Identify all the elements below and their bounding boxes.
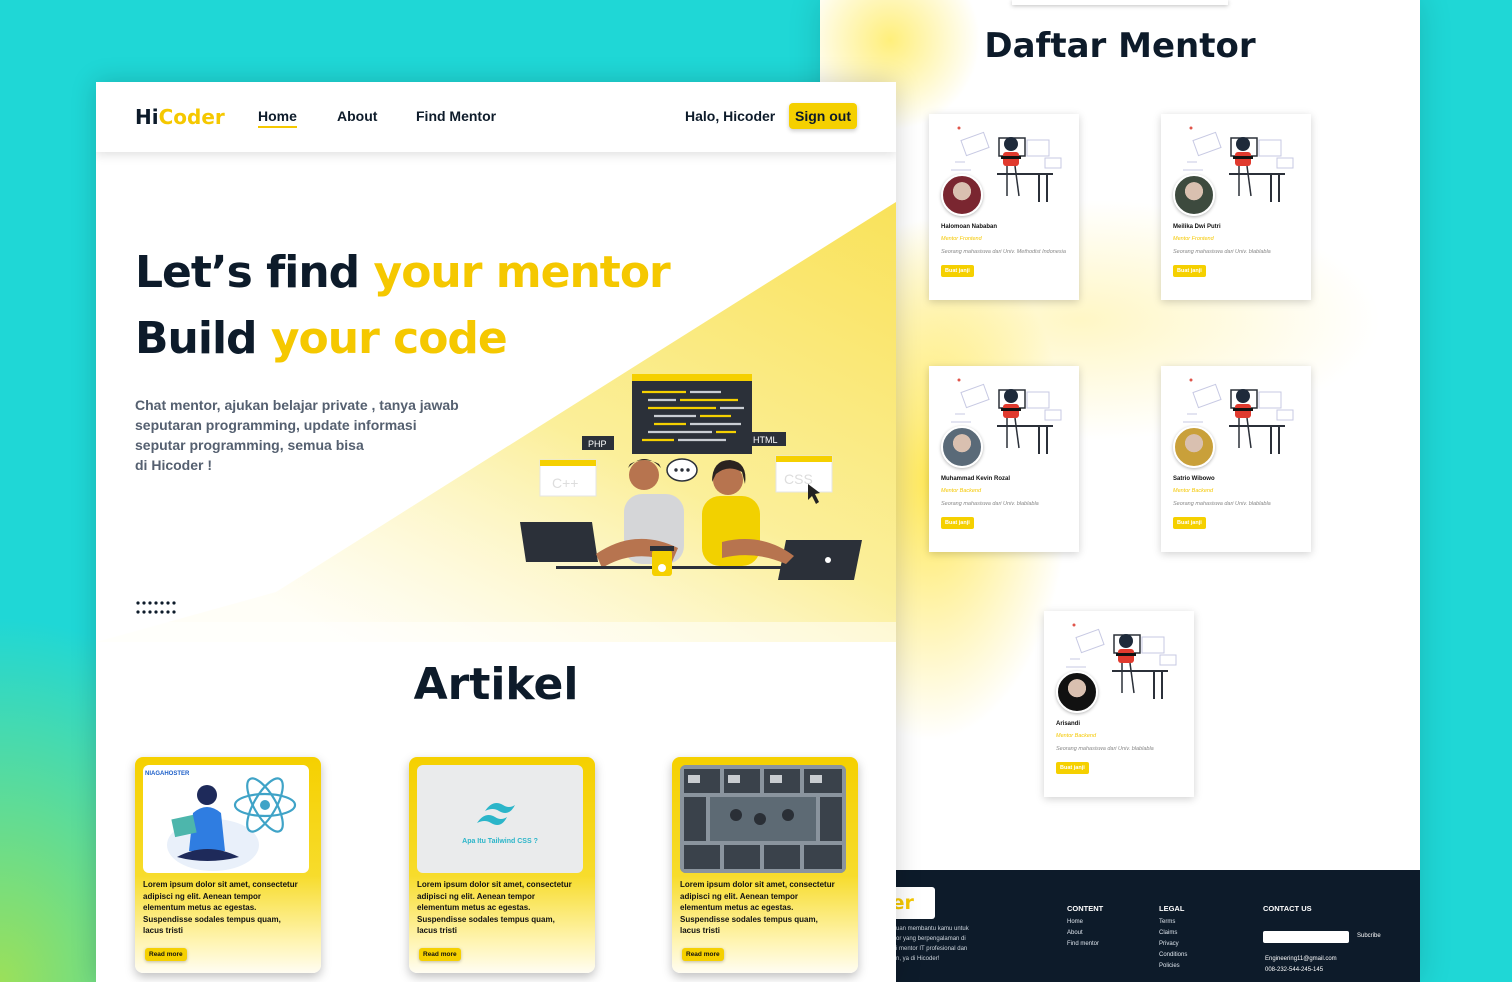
nav-about-link[interactable]: About (337, 108, 377, 124)
svg-text:HTML: HTML (753, 435, 778, 445)
mentor-name: Satrio Wibowo (1173, 476, 1215, 482)
mentor-illustration (1056, 619, 1182, 713)
make-appointment-button[interactable]: Buat janji (941, 265, 974, 277)
nav-find-mentor-link[interactable]: Find Mentor (416, 108, 496, 124)
mentor-illustration (941, 374, 1067, 468)
article-excerpt: Lorem ipsum dolor sit amet, consectetur a… (143, 880, 298, 935)
footer-link-find-mentor[interactable]: Find mentor (1067, 939, 1103, 950)
footer-link-policies[interactable]: Policies (1159, 961, 1187, 972)
footer-contact-title: CONTACT US (1263, 904, 1312, 913)
mentor-avatar (1173, 426, 1215, 468)
mentor-card: Meilika Dwi Putri Mentor Frontend Seorang … (1161, 114, 1311, 300)
coding-illustration: PHP HTML C++ CSS (520, 374, 862, 580)
home-page: HiCoder Home About Find Mentor Halo, Hic… (96, 82, 896, 982)
mentor-role: Mentor Backend (941, 488, 982, 494)
mentor-avatar (941, 174, 983, 216)
subscribe-email-input[interactable] (1263, 931, 1349, 943)
hero-heading-line1: Let’s find your mentor (135, 247, 671, 298)
article-section-title: Artikel (413, 659, 579, 710)
svg-text:NIAGAHOSTER: NIAGAHOSTER (145, 771, 190, 777)
footer-content-title: CONTENT (1067, 904, 1104, 913)
mentor-card: Muhammad Kevin Rozal Mentor Backend Seoran… (929, 366, 1079, 552)
article-card[interactable]: Lorem ipsum dolor sit amet, consectetur a… (672, 757, 858, 973)
mentor-description: Seorang mahasiswa dari Univ. blablabla (941, 501, 1039, 507)
footer-content-column: CONTENT Home About Find mentor (1067, 904, 1103, 950)
read-more-button[interactable]: Read more (145, 948, 187, 961)
mentor-role: Mentor Frontend (1173, 236, 1214, 242)
svg-text:PHP: PHP (588, 439, 607, 449)
article-card[interactable]: NIAGAHOSTER Lorem ipsum dolor sit amet, … (135, 757, 321, 973)
mentor-illustration (941, 122, 1067, 216)
footer-link-privacy[interactable]: Privacy (1159, 939, 1187, 950)
footer-legal-title: LEGAL (1159, 904, 1185, 913)
mentor-page: Daftar Mentor Halomoan Nababan Mentor Fro… (820, 0, 1420, 982)
sign-out-button[interactable]: Sign out (789, 103, 857, 129)
nav-home-link[interactable]: Home (258, 108, 297, 128)
read-more-button[interactable]: Read more (419, 948, 461, 961)
mentor-list-title: Daftar Mentor (984, 26, 1256, 66)
footer-link-terms[interactable]: Terms (1159, 917, 1187, 928)
article-excerpt: Lorem ipsum dolor sit amet, consectetur a… (417, 880, 572, 935)
make-appointment-button[interactable]: Buat janji (1173, 517, 1206, 529)
mentor-avatar (941, 426, 983, 468)
mentor-description: Seorang mahasiswa dari Univ. blablabla (1173, 249, 1271, 255)
background-glow (820, 0, 1420, 982)
mentor-description: Seorang mahasiswa dari Univ. Methodist I… (941, 249, 1066, 255)
mentor-illustration (1173, 122, 1299, 216)
make-appointment-button[interactable]: Buat janji (1173, 265, 1206, 277)
mentor-avatar (1173, 174, 1215, 216)
mentor-description: Seorang mahasiswa dari Univ. blablabla (1173, 501, 1271, 507)
mentor-card: Arisandi Mentor Backend Seorang mahasiswa … (1044, 611, 1194, 797)
article-card[interactable]: Apa Itu Tailwind CSS ? Lorem ipsum dolor… (409, 757, 595, 973)
decorative-dots (136, 601, 176, 614)
mentor-name: Arisandi (1056, 721, 1081, 727)
footer-about: uan membantu kamu untuk or yang berpengal… (896, 926, 969, 962)
make-appointment-button[interactable]: Buat janji (1056, 762, 1089, 774)
footer-contact-info: Engineering11@gmail.com 008-232-544-245-… (1265, 954, 1337, 976)
read-more-button[interactable]: Read more (682, 948, 724, 961)
footer-legal-column: LEGAL Terms Claims Privacy Conditions Po… (1159, 904, 1187, 972)
hero-heading-line2: Build your code (135, 313, 508, 364)
subscribe-button[interactable]: Subcribe (1357, 933, 1381, 939)
footer-contact-column: CONTACT US (1263, 904, 1312, 917)
mentor-avatar (1056, 671, 1098, 713)
mentor-name: Halomoan Nababan (941, 224, 998, 230)
top-tab (1012, 0, 1228, 5)
mentor-name: Muhammad Kevin Rozal (941, 476, 1011, 482)
article-image-tailwind: Apa Itu Tailwind CSS ? (417, 765, 583, 873)
footer-link-about[interactable]: About (1067, 928, 1103, 939)
footer: der uan membantu kamu untuk or yang berpe… (820, 870, 1420, 982)
contact-phone: 008-232-544-245-145 (1265, 967, 1324, 973)
footer-link-conditions[interactable]: Conditions (1159, 950, 1187, 961)
navbar: HiCoder Home About Find Mentor Halo, Hic… (96, 82, 896, 152)
mentor-card: Halomoan Nababan Mentor Frontend Seorang m… (929, 114, 1079, 300)
mentor-card: Satrio Wibowo Mentor Backend Seorang mahas… (1161, 366, 1311, 552)
mentor-role: Mentor Frontend (941, 236, 982, 242)
article-image-classroom (680, 765, 846, 873)
footer-link-claims[interactable]: Claims (1159, 928, 1187, 939)
user-greeting: Halo, Hicoder (685, 108, 776, 124)
hero-description: Chat mentor, ajukan belajar private , ta… (135, 397, 459, 473)
svg-text:Apa Itu Tailwind CSS ?: Apa Itu Tailwind CSS ? (462, 838, 538, 845)
mentor-description: Seorang mahasiswa dari Univ. blablabla (1056, 746, 1154, 752)
mentor-role: Mentor Backend (1173, 488, 1214, 494)
footer-link-home[interactable]: Home (1067, 917, 1103, 928)
article-excerpt: Lorem ipsum dolor sit amet, consectetur a… (680, 880, 835, 935)
logo[interactable]: HiCoder (135, 105, 225, 129)
mentor-name: Meilika Dwi Putri (1173, 224, 1221, 230)
svg-text:C++: C++ (552, 475, 578, 491)
article-image-react: NIAGAHOSTER (143, 765, 309, 873)
mentor-role: Mentor Backend (1056, 733, 1097, 739)
mentor-illustration (1173, 374, 1299, 468)
contact-email: Engineering11@gmail.com (1265, 956, 1337, 962)
make-appointment-button[interactable]: Buat janji (941, 517, 974, 529)
